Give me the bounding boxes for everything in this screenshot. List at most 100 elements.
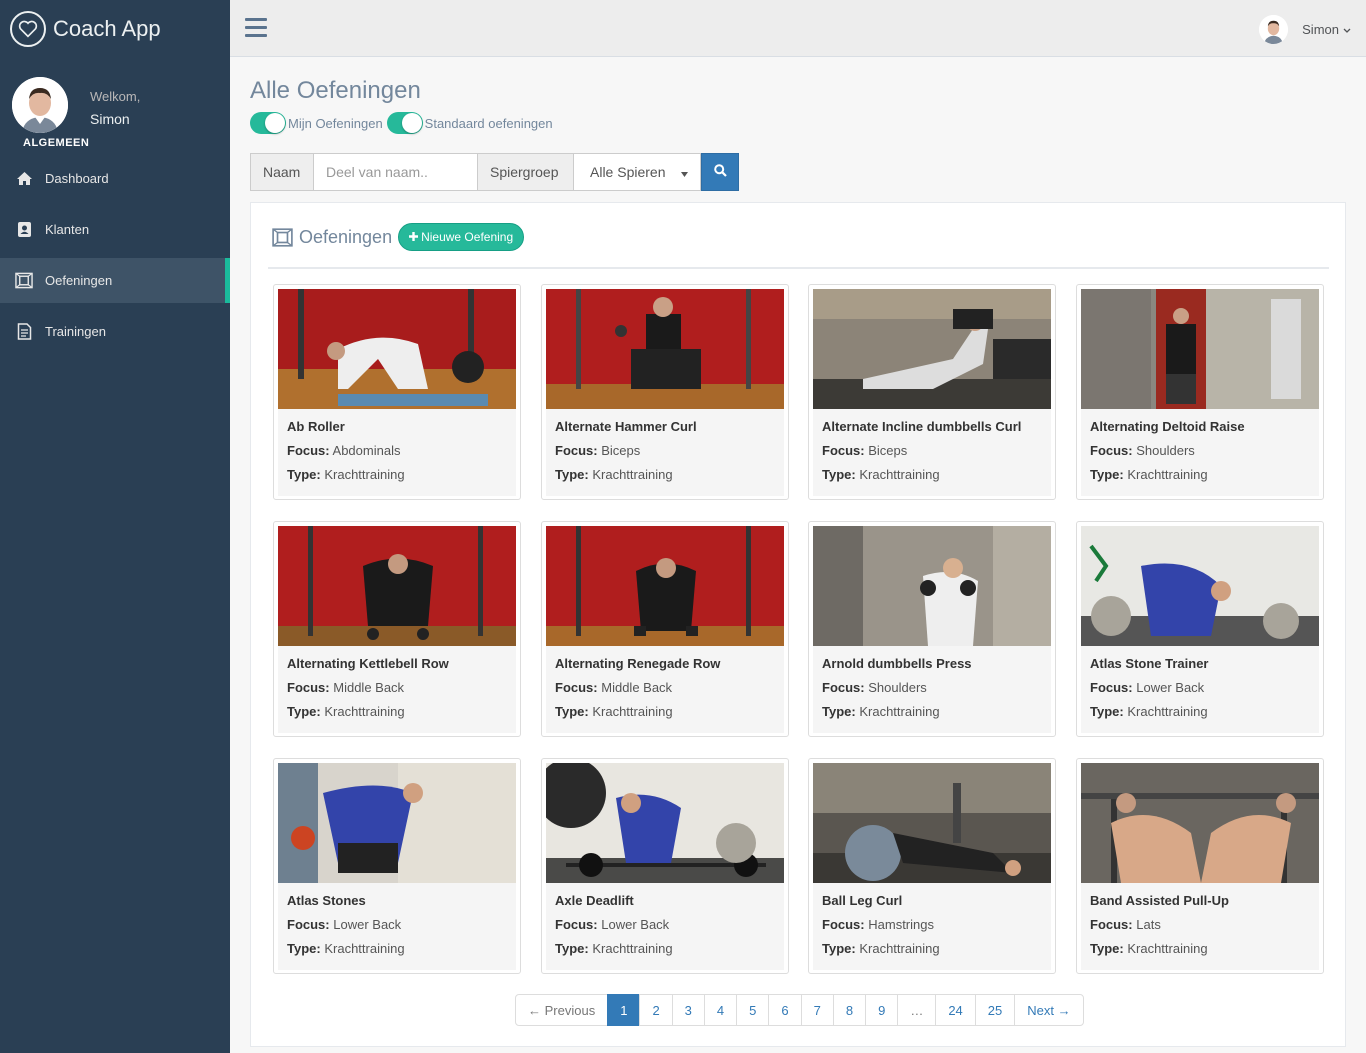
page-button-2[interactable]: 2 bbox=[639, 994, 673, 1026]
toggle-standaard-oefeningen[interactable] bbox=[386, 112, 423, 134]
page-button-3[interactable]: 3 bbox=[671, 994, 705, 1026]
page-button-7[interactable]: 7 bbox=[800, 994, 834, 1026]
page-button-24[interactable]: 24 bbox=[935, 994, 976, 1026]
page-button-6[interactable]: 6 bbox=[768, 994, 802, 1026]
sidebar-item-klanten[interactable]: Klanten bbox=[0, 207, 230, 252]
exercise-caption: Alternate Hammer Curl Focus: Biceps Type… bbox=[546, 409, 784, 496]
search-button[interactable] bbox=[701, 153, 739, 191]
page-button-4[interactable]: 4 bbox=[703, 994, 738, 1026]
pagination: ← Previous 1 2 3 4 5 6 7 8 9 … 24 25 Nex… bbox=[515, 994, 1084, 1026]
exercise-type: Krachttraining bbox=[859, 467, 940, 482]
muscle-group-select[interactable]: Alle Spieren bbox=[574, 153, 701, 191]
menu-toggle-icon[interactable] bbox=[245, 18, 267, 38]
page-button-25[interactable]: 25 bbox=[974, 994, 1016, 1026]
exercise-name: Alternating Deltoid Raise bbox=[1090, 419, 1245, 434]
type-label: Type: bbox=[555, 467, 589, 482]
sidebar-item-dashboard[interactable]: Dashboard bbox=[0, 156, 230, 201]
exercise-focus: Lats bbox=[1136, 917, 1161, 932]
exercise-caption: Ball Leg Curl Focus: Hamstrings Type: Kr… bbox=[813, 883, 1051, 970]
type-label: Type: bbox=[287, 704, 321, 719]
page-button-5[interactable]: 5 bbox=[736, 994, 770, 1026]
focus-label: Focus: bbox=[1090, 917, 1133, 932]
menu-section-title: ALGEMEEN bbox=[23, 137, 90, 149]
focus-label: Focus: bbox=[555, 680, 598, 695]
name-label: Naam bbox=[250, 153, 314, 191]
sidebar-item-oefeningen[interactable]: Oefeningen bbox=[0, 258, 230, 303]
name-search-input[interactable]: Deel van naam.. bbox=[314, 153, 478, 191]
exercise-name: Alternating Kettlebell Row bbox=[287, 656, 449, 671]
exercise-focus: Lower Back bbox=[1136, 680, 1205, 695]
exercise-frame-icon bbox=[15, 272, 33, 290]
exercise-card[interactable]: Alternating Kettlebell Row Focus: Middle… bbox=[273, 521, 521, 737]
profile-name: Simon bbox=[90, 111, 130, 127]
exercise-type: Krachttraining bbox=[592, 467, 673, 482]
exercise-type: Krachttraining bbox=[1127, 941, 1208, 956]
exercise-card[interactable]: Arnold dumbbells Press Focus: Shoulders … bbox=[808, 521, 1056, 737]
exercise-focus: Middle Back bbox=[333, 680, 405, 695]
caret-down-icon bbox=[681, 164, 688, 180]
exercise-card[interactable]: Ab Roller Focus: Abdominals Type: Kracht… bbox=[273, 284, 521, 500]
focus-label: Focus: bbox=[555, 917, 598, 932]
type-label: Type: bbox=[555, 704, 589, 719]
type-label: Type: bbox=[822, 704, 856, 719]
brand[interactable]: Coach App bbox=[0, 0, 230, 57]
type-label: Type: bbox=[1090, 467, 1124, 482]
focus-label: Focus: bbox=[555, 443, 598, 458]
exercise-caption: Ab Roller Focus: Abdominals Type: Kracht… bbox=[278, 409, 516, 496]
exercise-card[interactable]: Atlas Stone Trainer Focus: Lower Back Ty… bbox=[1076, 521, 1324, 737]
type-label: Type: bbox=[822, 467, 856, 482]
exercise-card[interactable]: Ball Leg Curl Focus: Hamstrings Type: Kr… bbox=[808, 758, 1056, 974]
exercise-focus: Hamstrings bbox=[868, 917, 934, 932]
avatar bbox=[1259, 15, 1289, 44]
page-ellipsis: … bbox=[897, 994, 937, 1026]
exercise-name: Band Assisted Pull-Up bbox=[1090, 893, 1229, 908]
exercise-card[interactable]: Atlas Stones Focus: Lower Back Type: Kra… bbox=[273, 758, 521, 974]
exercise-image bbox=[278, 289, 516, 409]
panel-header: Oefeningen Nieuwe Oefening bbox=[272, 223, 525, 251]
user-menu[interactable]: Simon bbox=[1259, 15, 1351, 44]
exercise-name: Atlas Stones bbox=[287, 893, 366, 908]
exercise-image bbox=[813, 526, 1051, 646]
document-icon bbox=[15, 323, 33, 341]
exercise-image bbox=[278, 526, 516, 646]
exercise-name: Ab Roller bbox=[287, 419, 345, 434]
filter-toggles: Mijn Oefeningen Standaard oefeningen bbox=[250, 112, 557, 134]
exercise-card[interactable]: Band Assisted Pull-Up Focus: Lats Type: … bbox=[1076, 758, 1324, 974]
exercise-focus: Lower Back bbox=[333, 917, 402, 932]
new-exercise-button[interactable]: Nieuwe Oefening bbox=[398, 223, 525, 251]
plus-icon bbox=[409, 230, 419, 244]
exercise-image bbox=[1081, 289, 1319, 409]
exercise-card[interactable]: Alternating Renegade Row Focus: Middle B… bbox=[541, 521, 789, 737]
user-name: Simon bbox=[1302, 22, 1339, 37]
page-button-9[interactable]: 9 bbox=[865, 994, 899, 1026]
exercise-type: Krachttraining bbox=[859, 941, 940, 956]
page-button-1[interactable]: 1 bbox=[607, 994, 641, 1026]
exercise-frame-icon bbox=[272, 227, 293, 247]
contact-card-icon bbox=[15, 221, 33, 239]
exercise-name: Arnold dumbbells Press bbox=[822, 656, 972, 671]
sidebar-item-trainingen[interactable]: Trainingen bbox=[0, 309, 230, 354]
focus-label: Focus: bbox=[1090, 443, 1133, 458]
exercise-caption: Arnold dumbbells Press Focus: Shoulders … bbox=[813, 646, 1051, 733]
exercise-caption: Axle Deadlift Focus: Lower Back Type: Kr… bbox=[546, 883, 784, 970]
exercise-name: Alternate Incline dumbbells Curl bbox=[822, 419, 1022, 434]
next-page-button[interactable]: Next → bbox=[1014, 994, 1084, 1026]
exercise-type: Krachttraining bbox=[1127, 467, 1208, 482]
toggle-mijn-oefeningen[interactable] bbox=[250, 112, 286, 134]
exercise-card[interactable]: Alternating Deltoid Raise Focus: Shoulde… bbox=[1076, 284, 1324, 500]
exercise-focus: Shoulders bbox=[1136, 443, 1195, 458]
home-icon bbox=[15, 170, 33, 188]
exercise-caption: Atlas Stone Trainer Focus: Lower Back Ty… bbox=[1081, 646, 1319, 733]
exercise-card[interactable]: Axle Deadlift Focus: Lower Back Type: Kr… bbox=[541, 758, 789, 974]
exercise-caption: Band Assisted Pull-Up Focus: Lats Type: … bbox=[1081, 883, 1319, 970]
exercises-panel: Oefeningen Nieuwe Oefening Ab Roller Foc… bbox=[250, 202, 1346, 1047]
previous-page-button[interactable]: ← Previous bbox=[515, 994, 609, 1026]
exercise-focus: Lower Back bbox=[601, 917, 670, 932]
exercise-focus: Abdominals bbox=[332, 443, 401, 458]
search-bar: Naam Deel van naam.. Spiergroep Alle Spi… bbox=[250, 153, 739, 191]
muscle-group-label: Spiergroep bbox=[478, 153, 574, 191]
page-button-8[interactable]: 8 bbox=[832, 994, 867, 1026]
panel-title: Oefeningen bbox=[299, 226, 393, 247]
exercise-card[interactable]: Alternate Hammer Curl Focus: Biceps Type… bbox=[541, 284, 789, 500]
exercise-card[interactable]: Alternate Incline dumbbells Curl Focus: … bbox=[808, 284, 1056, 500]
